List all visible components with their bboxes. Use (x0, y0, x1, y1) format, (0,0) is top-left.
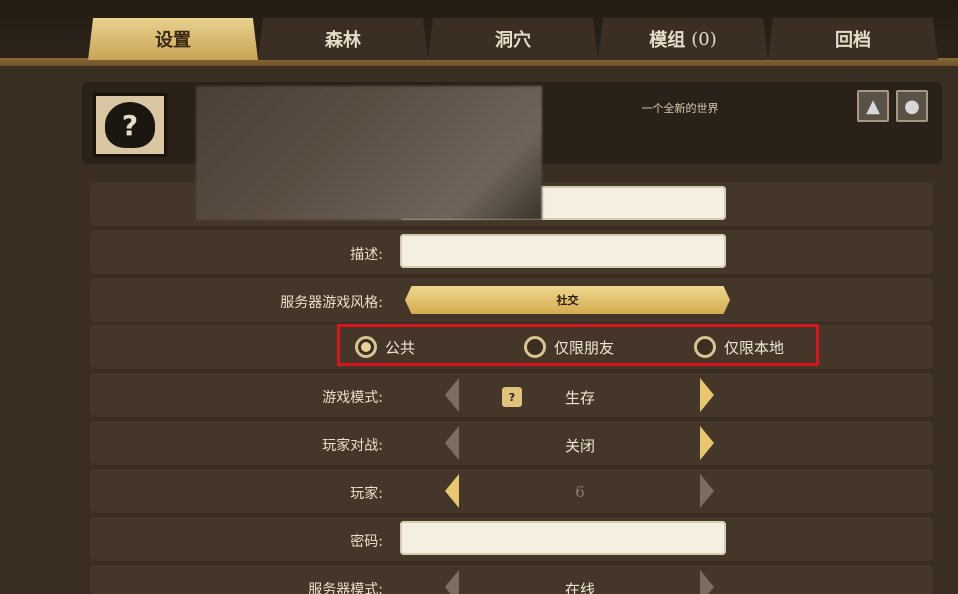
game-mode-prev-button[interactable] (443, 378, 461, 412)
password-input[interactable] (400, 521, 726, 555)
tab-label: 洞穴 (495, 30, 531, 51)
tab-label: 模组 (649, 30, 686, 51)
server-mode-next-button[interactable] (698, 570, 716, 594)
tab-mods[interactable]: 模组 (0) (598, 18, 768, 60)
pvp-next-button[interactable] (698, 426, 716, 460)
players-label: 玩家: (350, 486, 383, 502)
style-label: 服务器游戏风格: (280, 295, 383, 311)
game-mode-next-button[interactable] (698, 378, 716, 412)
radio-friends-only[interactable]: 仅限朋友 (524, 336, 614, 358)
world-title: 一个全新的世界 (641, 102, 719, 115)
radio-public-circle (355, 336, 377, 358)
pvp-value: 关闭 (564, 437, 595, 455)
game-mode-value: 生存 (564, 389, 595, 407)
tab-label: 回档 (835, 30, 871, 51)
radio-local-circle (694, 336, 716, 358)
radio-friends-circle (524, 336, 546, 358)
radio-friends-label: 仅限朋友 (554, 338, 615, 357)
server-mode-label: 服务器模式: (308, 582, 383, 594)
cave-icon[interactable]: ▲ (857, 90, 889, 122)
description-label: 描述: (350, 247, 383, 263)
tab-label: 森林 (325, 30, 361, 51)
tab-settings[interactable]: 设置 (88, 18, 258, 60)
players-prev-button[interactable] (443, 474, 461, 508)
globe-icon[interactable]: ● (896, 90, 928, 122)
radio-public-label: 公共 (385, 338, 416, 357)
style-value: 社交 (556, 294, 579, 307)
redacted-area (196, 86, 542, 220)
players-next-button[interactable] (698, 474, 716, 508)
radio-local-label: 仅限本地 (724, 338, 785, 357)
radio-public[interactable]: 公共 (355, 336, 415, 358)
mods-count: (0) (691, 28, 717, 50)
password-label: 密码: (350, 534, 383, 550)
world-avatar[interactable]: ? (93, 93, 167, 157)
radio-local-only[interactable]: 仅限本地 (694, 336, 784, 358)
description-input[interactable] (400, 234, 726, 268)
server-mode-prev-button[interactable] (443, 570, 461, 594)
pvp-prev-button[interactable] (443, 426, 461, 460)
players-value: 6 (575, 483, 585, 501)
game-mode-label: 游戏模式: (322, 390, 383, 406)
tab-rollback[interactable]: 回档 (768, 18, 938, 60)
tab-label: 设置 (155, 30, 191, 51)
pvp-label: 玩家对战: (322, 438, 383, 454)
tab-caves[interactable]: 洞穴 (428, 18, 598, 60)
question-mark-icon: ? (105, 102, 155, 148)
server-style-button[interactable]: 社交 (405, 286, 730, 314)
tab-forest[interactable]: 森林 (258, 18, 428, 60)
server-mode-value: 在线 (564, 581, 595, 594)
